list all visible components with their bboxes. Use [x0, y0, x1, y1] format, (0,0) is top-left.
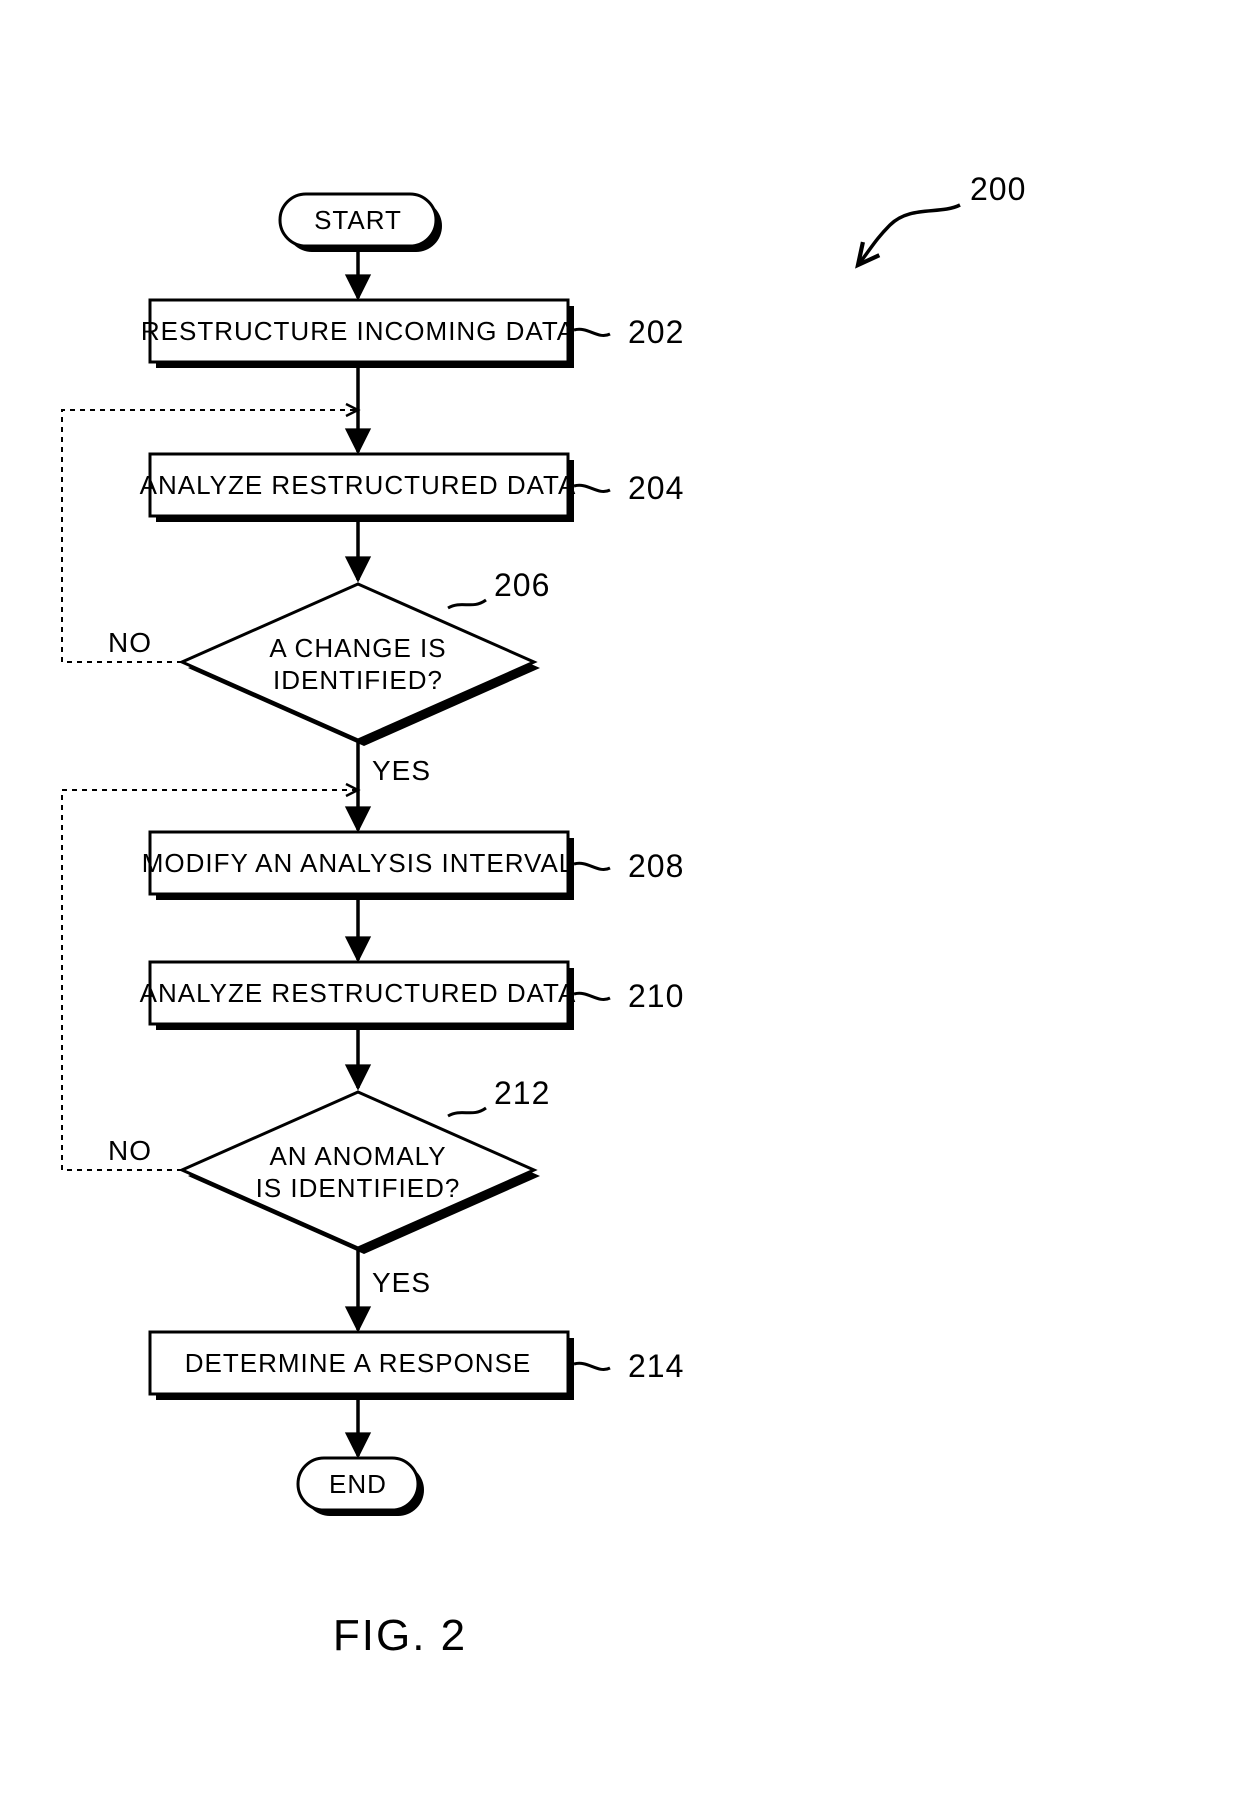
decision-212: AN ANOMALY IS IDENTIFIED?: [182, 1092, 540, 1254]
svg-text:IS IDENTIFIED?: IS IDENTIFIED?: [256, 1173, 461, 1203]
ref-210: 210: [628, 978, 684, 1014]
ref-214: 214: [628, 1348, 684, 1384]
end-node: END: [298, 1458, 424, 1516]
flowchart-diagram: 200 START RESTRUCTURE INCOMING DATA 202 …: [0, 0, 1240, 1802]
decision-206: A CHANGE IS IDENTIFIED?: [182, 584, 540, 746]
ref-208: 208: [628, 848, 684, 884]
svg-text:IDENTIFIED?: IDENTIFIED?: [273, 665, 443, 695]
svg-text:DETERMINE A RESPONSE: DETERMINE A RESPONSE: [185, 1348, 532, 1378]
box-202: RESTRUCTURE INCOMING DATA: [141, 300, 575, 368]
figure-caption: FIG. 2: [333, 1611, 467, 1660]
ref-204: 204: [628, 470, 684, 506]
box-204: ANALYZE RESTRUCTURED DATA: [140, 454, 577, 522]
svg-text:A CHANGE IS: A CHANGE IS: [269, 633, 446, 663]
svg-text:RESTRUCTURE INCOMING DATA: RESTRUCTURE INCOMING DATA: [141, 316, 575, 346]
start-node: START: [280, 194, 442, 252]
ref-202: 202: [628, 314, 684, 350]
svg-text:MODIFY AN ANALYSIS INTERVAL: MODIFY AN ANALYSIS INTERVAL: [142, 848, 575, 878]
edge-yes-212: YES: [372, 1267, 431, 1298]
svg-text:ANALYZE RESTRUCTURED DATA: ANALYZE RESTRUCTURED DATA: [140, 470, 577, 500]
figure-ref-arrow: [858, 205, 960, 265]
svg-text:START: START: [314, 205, 402, 235]
edge-no-212: NO: [108, 1135, 152, 1166]
edge-yes-206: YES: [372, 755, 431, 786]
ref-212: 212: [494, 1075, 550, 1111]
svg-text:END: END: [329, 1469, 387, 1499]
edge-no-206: NO: [108, 627, 152, 658]
svg-text:AN ANOMALY: AN ANOMALY: [269, 1141, 446, 1171]
box-210: ANALYZE RESTRUCTURED DATA: [140, 962, 577, 1030]
ref-206: 206: [494, 567, 550, 603]
svg-text:ANALYZE RESTRUCTURED DATA: ANALYZE RESTRUCTURED DATA: [140, 978, 577, 1008]
box-208: MODIFY AN ANALYSIS INTERVAL: [142, 832, 575, 900]
figure-ref: 200: [970, 171, 1026, 207]
box-214: DETERMINE A RESPONSE: [150, 1332, 574, 1400]
